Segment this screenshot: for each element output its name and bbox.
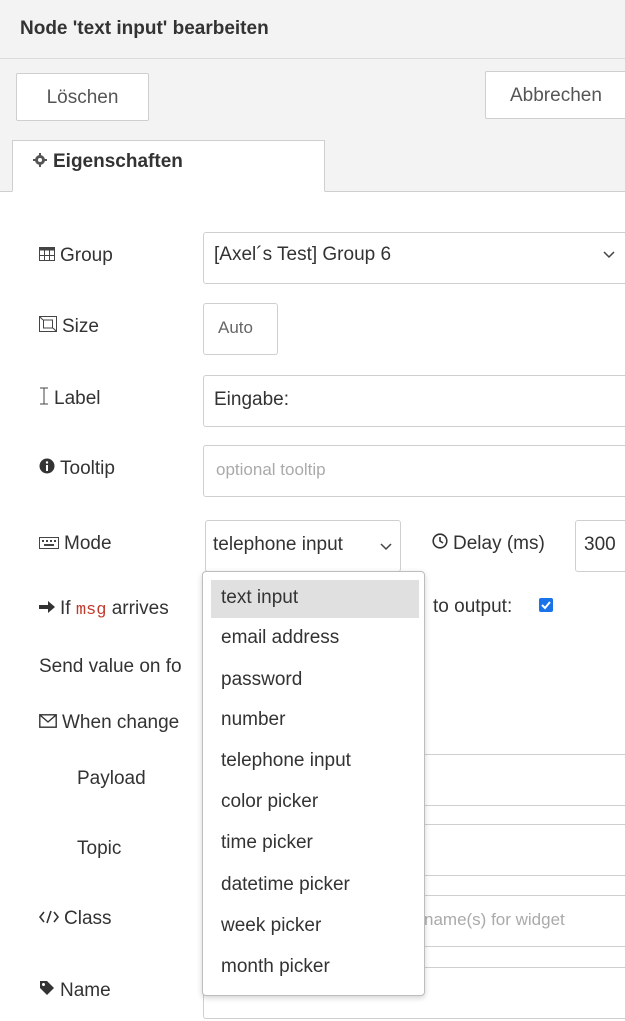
tab-properties-label: Eigenschaften	[33, 151, 183, 173]
label-value: Eingabe:	[214, 389, 290, 410]
passthru-label: If msg arrives	[39, 598, 169, 620]
label-label: Label	[39, 387, 101, 411]
mode-dropdown-list: text input email address password number…	[202, 571, 425, 996]
mode-select[interactable]: telephone input	[205, 520, 401, 572]
tab-properties-text: Eigenschaften	[53, 151, 183, 173]
delay-label: Delay (ms)	[432, 533, 545, 555]
arrow-right-icon	[39, 598, 55, 620]
size-label: Size	[38, 315, 99, 338]
mode-label: Mode	[39, 533, 112, 555]
send-on-focus-label: Send value on fo	[39, 656, 182, 677]
passthru-suffix: arrives	[111, 598, 169, 620]
pass-through-checkbox[interactable]	[539, 598, 553, 612]
dropdown-option[interactable]: color picker	[211, 784, 419, 822]
dropdown-option[interactable]: datetime picker	[211, 867, 419, 905]
mode-value: telephone input	[213, 534, 343, 555]
dropdown-option[interactable]: password	[211, 662, 419, 700]
tooltip-input[interactable]: optional tooltip	[203, 445, 625, 497]
class-label: Class	[38, 908, 112, 930]
clock-icon	[432, 533, 448, 555]
dropdown-option[interactable]: telephone input	[211, 743, 419, 781]
dropdown-option[interactable]: email address	[211, 620, 419, 658]
info-icon	[39, 458, 55, 480]
tooltip-placeholder: optional tooltip	[216, 460, 326, 479]
envelope-icon	[39, 712, 57, 734]
size-value: Auto	[218, 318, 253, 337]
resize-icon	[38, 315, 58, 338]
dropdown-option[interactable]: number	[211, 702, 419, 740]
dialog-title: Node 'text input' bearbeiten	[20, 18, 269, 39]
code-icon	[38, 908, 60, 930]
class-placeholder: name(s) for widget	[424, 910, 565, 929]
size-button[interactable]: Auto	[203, 303, 278, 355]
cancel-button[interactable]: Abbrechen	[485, 71, 625, 119]
tooltip-label: Tooltip	[39, 458, 115, 480]
group-label: Group	[39, 245, 113, 267]
mode-label-text: Mode	[64, 533, 112, 555]
output-label: to output:	[433, 596, 513, 617]
dropdown-option[interactable]: month picker	[211, 949, 419, 987]
when-changed-text: When change	[62, 712, 180, 734]
delay-input[interactable]: 300	[575, 520, 625, 572]
delay-value: 300	[584, 534, 616, 555]
gear-icon	[33, 151, 47, 173]
keyboard-icon	[39, 533, 59, 555]
dropdown-option[interactable]: week picker	[211, 908, 419, 946]
class-label-text: Class	[64, 908, 112, 930]
size-label-text: Size	[62, 316, 99, 338]
chevron-down-icon	[380, 538, 392, 556]
tag-icon	[39, 980, 55, 1002]
tooltip-label-text: Tooltip	[60, 458, 115, 480]
passthru-prefix: If	[60, 598, 71, 620]
delete-button[interactable]: Löschen	[16, 73, 149, 121]
text-cursor-icon	[39, 387, 49, 411]
check-icon	[541, 601, 551, 610]
label-label-text: Label	[54, 388, 101, 410]
group-value: [Axel´s Test] Group 6	[214, 244, 392, 265]
name-label: Name	[39, 980, 111, 1002]
topic-label: Topic	[77, 838, 122, 859]
dropdown-option[interactable]: time picker	[211, 825, 419, 863]
delay-label-text: Delay (ms)	[453, 533, 545, 555]
table-icon	[39, 245, 55, 267]
payload-label: Payload	[77, 768, 146, 789]
chevron-down-icon	[603, 246, 615, 264]
group-label-text: Group	[60, 245, 113, 267]
name-label-text: Name	[60, 980, 111, 1002]
label-input[interactable]: Eingabe:	[203, 375, 625, 427]
dropdown-option[interactable]: text input	[211, 580, 419, 618]
msg-code: msg	[75, 601, 107, 621]
when-changed-label: When change	[39, 712, 179, 734]
group-select[interactable]: [Axel´s Test] Group 6	[203, 232, 625, 284]
